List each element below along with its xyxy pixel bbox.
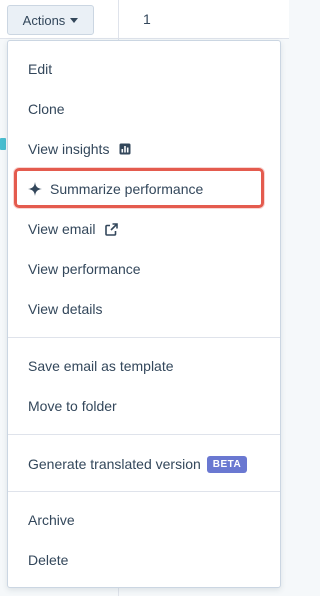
menu-item-view-email[interactable]: View email (8, 209, 280, 249)
menu-item-label: Edit (28, 61, 53, 77)
actions-button[interactable]: Actions (7, 5, 94, 35)
menu-item-clone[interactable]: Clone (8, 89, 280, 129)
menu-item-summarize-performance[interactable]: Summarize performance (8, 169, 280, 209)
menu-item-label: Summarize performance (50, 181, 204, 197)
menu-item-label: Move to folder (28, 398, 117, 414)
actions-dropdown-menu: Edit Clone View insights Summarize perfo… (7, 40, 281, 588)
chart-icon (119, 143, 131, 155)
menu-item-label: Delete (28, 552, 69, 568)
page: 1 Actions Edit Clone View insights Summa… (0, 0, 289, 596)
menu-item-move-to-folder[interactable]: Move to folder (8, 386, 280, 426)
table-cell-value: 1 (143, 11, 151, 27)
partially-hidden-link (0, 138, 6, 150)
menu-item-edit[interactable]: Edit (8, 49, 280, 89)
menu-item-delete[interactable]: Delete (8, 540, 280, 580)
menu-item-view-details[interactable]: View details (8, 289, 280, 329)
menu-divider (8, 337, 280, 338)
menu-item-label: View details (28, 301, 103, 317)
menu-item-label: Save email as template (28, 358, 174, 374)
menu-item-generate-translated-version[interactable]: Generate translated version BETA (8, 444, 280, 484)
external-link-icon (105, 222, 119, 236)
menu-item-archive[interactable]: Archive (8, 500, 280, 540)
menu-item-save-as-template[interactable]: Save email as template (8, 346, 280, 386)
menu-item-label: Generate translated version (28, 456, 201, 472)
menu-item-label: View email (28, 221, 96, 237)
menu-item-label: Clone (28, 101, 65, 117)
menu-item-label: View performance (28, 261, 141, 277)
beta-badge: BETA (206, 455, 248, 473)
caret-down-icon (70, 18, 79, 23)
menu-item-label: View insights (28, 141, 110, 157)
menu-divider (8, 434, 280, 435)
menu-item-view-insights[interactable]: View insights (8, 129, 280, 169)
menu-divider (8, 491, 280, 492)
menu-item-label: Archive (28, 512, 75, 528)
actions-button-label: Actions (22, 12, 66, 28)
menu-item-view-performance[interactable]: View performance (8, 249, 280, 289)
sparkle-icon (28, 182, 42, 196)
